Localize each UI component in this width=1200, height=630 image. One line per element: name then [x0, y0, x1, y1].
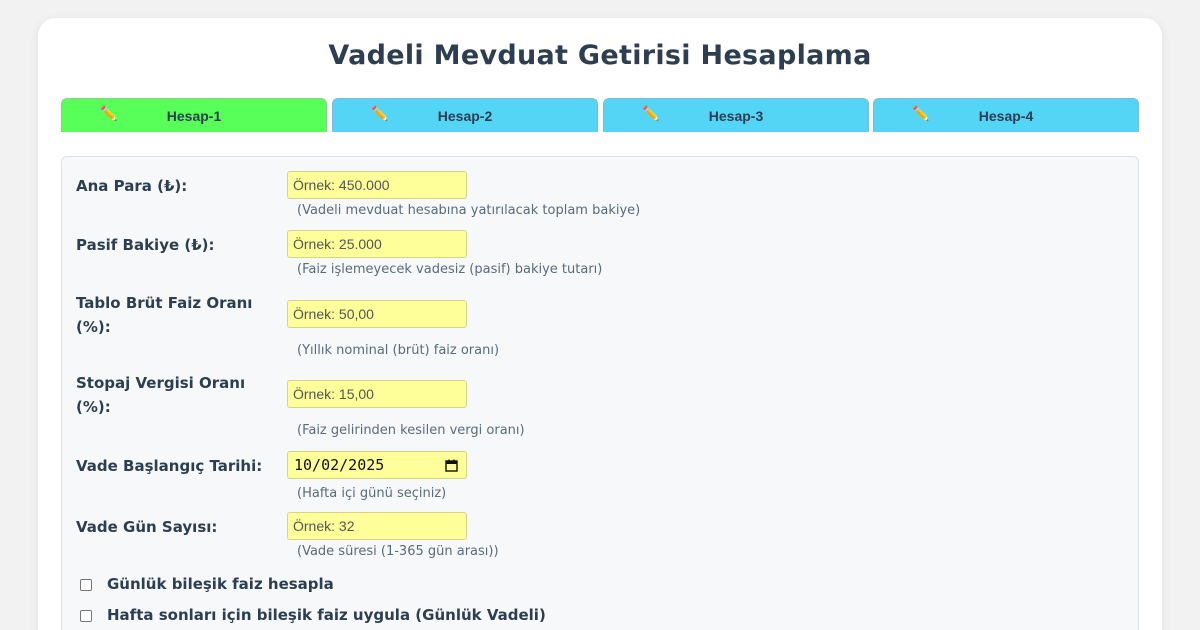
gross-rate-label: Tablo Brüt Faiz Oranı (%):	[76, 294, 253, 336]
gross-rate-input[interactable]	[287, 300, 467, 328]
tab-hesap-4[interactable]: ✏️ Hesap-4	[873, 98, 1139, 132]
page-title: Vadeli Mevduat Getirisi Hesaplama	[328, 40, 872, 71]
withholding-rate-input[interactable]	[287, 380, 467, 408]
passive-balance-input[interactable]	[287, 230, 467, 258]
tab-hesap-2[interactable]: ✏️ Hesap-2	[332, 98, 598, 132]
tab-label: Hesap-4	[978, 108, 1034, 124]
daily-compound-checkbox[interactable]	[80, 579, 92, 591]
term-days-label: Vade Gün Sayısı:	[76, 518, 218, 536]
passive-balance-label: Pasif Bakiye (₺):	[76, 236, 215, 254]
tab-hesap-1[interactable]: ✏️ Hesap-1	[61, 98, 327, 132]
passive-balance-hint: (Faiz işlemeyecek vadesiz (pasif) bakiye…	[297, 262, 603, 277]
gross-rate-hint: (Yıllık nominal (brüt) faiz oranı)	[297, 343, 500, 358]
start-date-hint: (Hafta içi günü seçiniz)	[297, 486, 447, 501]
withholding-rate-hint: (Faiz gelirinden kesilen vergi oranı)	[297, 423, 525, 438]
daily-compound-label[interactable]: Günlük bileşik faiz hesapla	[107, 575, 334, 593]
term-days-input[interactable]	[287, 512, 467, 540]
principal-input[interactable]	[287, 171, 467, 199]
tab-hesap-3[interactable]: ✏️ Hesap-3	[603, 98, 869, 132]
principal-label: Ana Para (₺):	[76, 177, 188, 195]
term-days-hint: (Vade süresi (1-365 gün arası))	[297, 544, 499, 559]
start-date-value[interactable]: 10/02/2025	[294, 456, 384, 474]
tab-label: Hesap-3	[708, 108, 764, 124]
tab-label: Hesap-2	[437, 108, 493, 124]
account-tabs: ✏️ Hesap-1 ✏️ Hesap-2 ✏️ Hesap-3 ✏️ Hesa…	[61, 98, 1139, 132]
principal-hint: (Vadeli mevduat hesabına yatırılacak top…	[297, 203, 641, 218]
tab-label: Hesap-1	[166, 108, 222, 124]
start-date-label: Vade Başlangıç Tarihi:	[76, 457, 263, 475]
weekend-compound-label[interactable]: Hafta sonları için bileşik faiz uygula (…	[107, 606, 546, 624]
withholding-rate-label: Stopaj Vergisi Oranı (%):	[76, 374, 246, 416]
calendar-icon[interactable]	[445, 459, 458, 472]
start-date-input[interactable]: 10/02/2025	[287, 451, 467, 479]
weekend-compound-checkbox[interactable]	[80, 610, 92, 622]
